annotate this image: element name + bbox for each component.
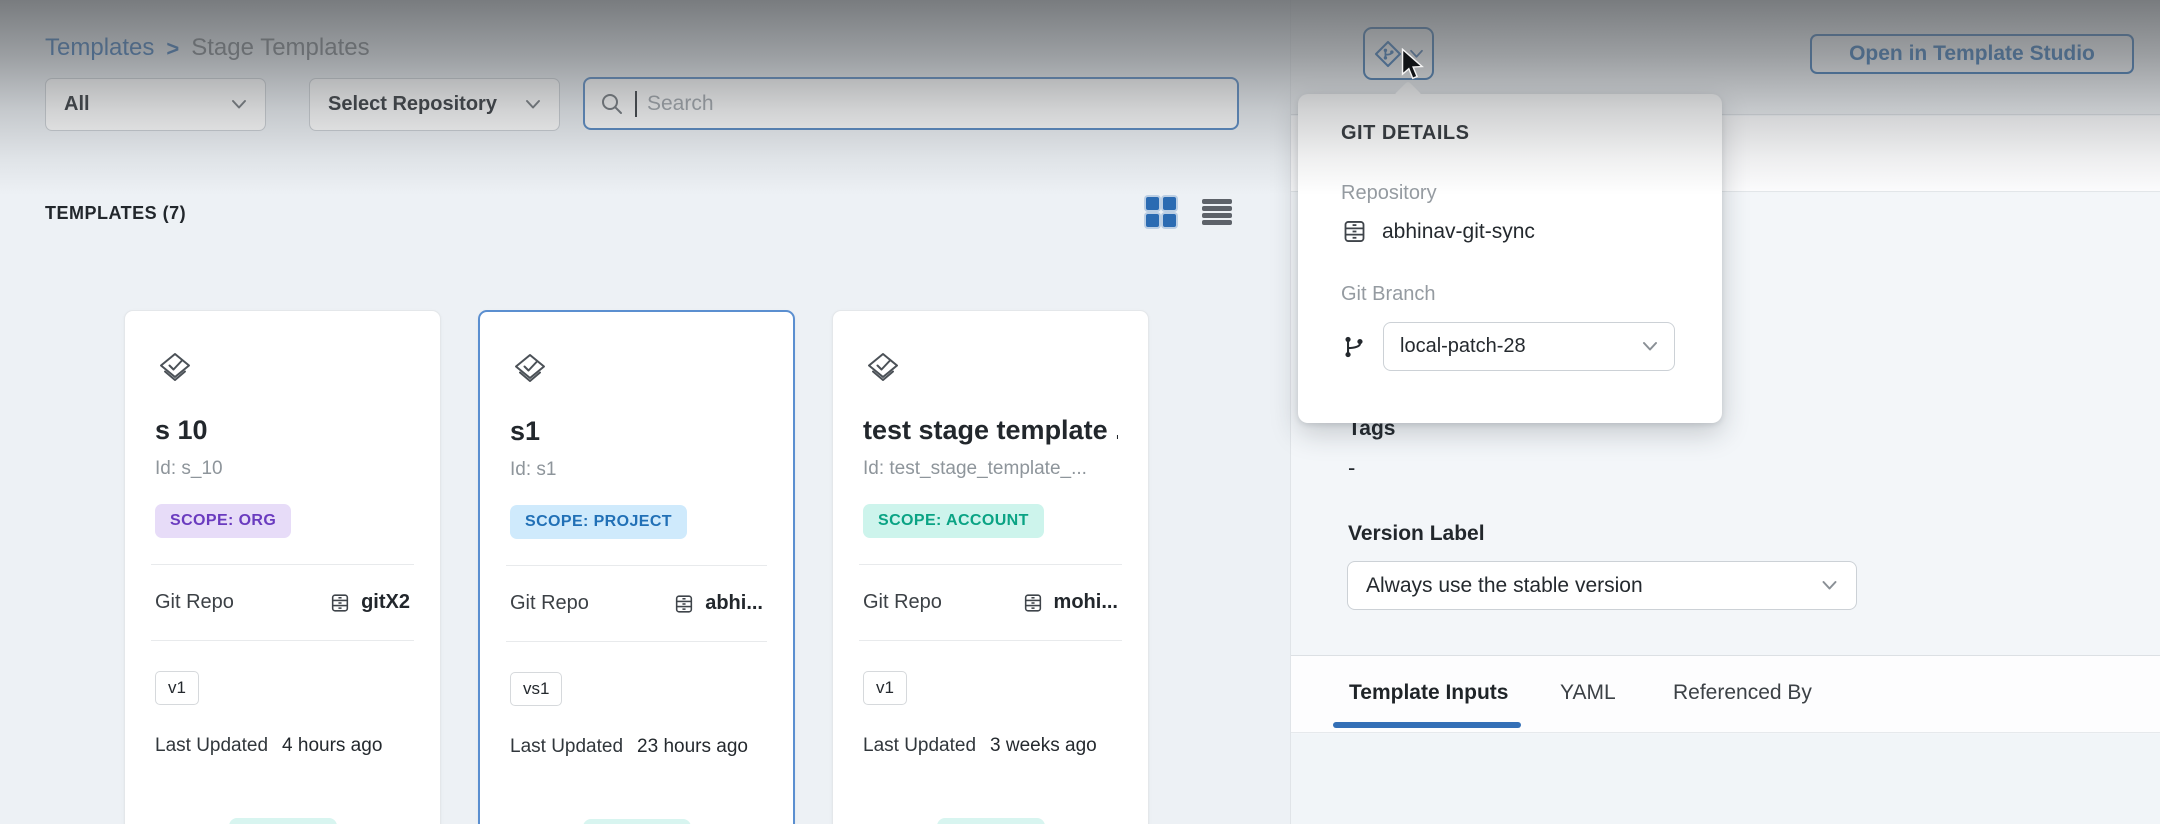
git-repo-label: Git Repo bbox=[863, 591, 942, 614]
breadcrumb-templates-link[interactable]: Templates bbox=[45, 34, 154, 62]
tab-yaml[interactable]: YAML bbox=[1560, 681, 1616, 705]
version-label-dropdown[interactable]: Always use the stable version bbox=[1347, 561, 1857, 610]
tab-referenced-by[interactable]: Referenced By bbox=[1673, 681, 1812, 705]
templates-list-area: Templates > Stage Templates All Select R… bbox=[0, 0, 1290, 824]
last-updated-value: 23 hours ago bbox=[637, 736, 748, 758]
git-branch-value: local-patch-28 bbox=[1400, 335, 1526, 358]
template-card[interactable]: test stage template ... Id: test_stage_t… bbox=[832, 310, 1149, 824]
last-updated-row: Last Updated 3 weeks ago bbox=[863, 735, 1118, 757]
repository-label: Repository bbox=[1341, 182, 1437, 205]
grid-view-icon[interactable] bbox=[1146, 197, 1176, 227]
tabs-bar: Template Inputs YAML Referenced By bbox=[1291, 656, 2160, 733]
chevron-down-icon bbox=[1409, 49, 1424, 59]
template-id: Id: s1 bbox=[510, 459, 763, 481]
last-updated-value: 3 weeks ago bbox=[990, 735, 1097, 757]
stage-template-icon bbox=[863, 349, 903, 389]
text-cursor bbox=[635, 91, 637, 117]
git-branch-dropdown[interactable]: local-patch-28 bbox=[1383, 322, 1675, 371]
stage-type-chip bbox=[937, 818, 1045, 824]
breadcrumb-current: Stage Templates bbox=[191, 34, 369, 62]
divider bbox=[151, 564, 414, 565]
git-details-button[interactable] bbox=[1363, 27, 1434, 80]
template-id: Id: test_stage_template_... bbox=[863, 458, 1118, 480]
last-updated-label: Last Updated bbox=[863, 735, 976, 757]
breadcrumb-separator-icon: > bbox=[166, 36, 179, 62]
git-repo-row: Git Repo mohi... bbox=[863, 591, 1118, 614]
breadcrumb: Templates > Stage Templates bbox=[45, 34, 370, 62]
stage-type-chip bbox=[583, 819, 691, 824]
git-repo-label: Git Repo bbox=[155, 591, 234, 614]
template-title: test stage template ... bbox=[863, 415, 1118, 446]
tab-template-inputs[interactable]: Template Inputs bbox=[1349, 681, 1508, 705]
divider bbox=[506, 641, 767, 642]
chevron-down-icon bbox=[1642, 341, 1658, 352]
type-filter-value: All bbox=[64, 93, 90, 116]
repository-icon bbox=[673, 593, 695, 615]
tab-content-area bbox=[1291, 734, 2160, 824]
last-updated-label: Last Updated bbox=[510, 736, 623, 758]
filter-row: All Select Repository bbox=[45, 78, 560, 131]
version-chip: v1 bbox=[155, 671, 199, 705]
search-icon bbox=[599, 91, 625, 117]
repository-name: abhinav-git-sync bbox=[1382, 220, 1535, 244]
template-details-panel: Open in Template Studio GIT DETAILS Repo… bbox=[1290, 0, 2160, 824]
stage-template-icon bbox=[155, 349, 195, 389]
list-view-icon[interactable] bbox=[1202, 199, 1232, 225]
template-title: s 10 bbox=[155, 415, 410, 446]
repository-icon bbox=[329, 592, 351, 614]
template-id: Id: s_10 bbox=[155, 458, 410, 480]
repository-filter-dropdown[interactable]: Select Repository bbox=[309, 78, 560, 131]
git-repo-name: mohi... bbox=[1054, 591, 1118, 614]
scope-badge: SCOPE: ACCOUNT bbox=[863, 504, 1044, 538]
git-repo-name: gitX2 bbox=[361, 591, 410, 614]
divider bbox=[506, 565, 767, 566]
stage-templates-page: Templates > Stage Templates All Select R… bbox=[0, 0, 2160, 824]
template-title: s1 bbox=[510, 416, 763, 447]
git-branch-icon bbox=[1341, 334, 1367, 360]
search-box[interactable] bbox=[583, 77, 1239, 130]
active-tab-underline bbox=[1333, 722, 1521, 728]
repository-icon bbox=[1341, 218, 1368, 245]
template-card-selected[interactable]: s1 Id: s1 SCOPE: PROJECT Git Repo abhi..… bbox=[478, 310, 795, 824]
chevron-down-icon bbox=[525, 99, 541, 110]
open-in-template-studio-label: Open in Template Studio bbox=[1849, 42, 2095, 66]
version-label: Version Label bbox=[1348, 522, 1485, 546]
git-branch-label: Git Branch bbox=[1341, 283, 1435, 306]
version-chip: vs1 bbox=[510, 672, 562, 706]
tags-value: - bbox=[1348, 455, 1355, 481]
chevron-down-icon bbox=[231, 99, 247, 110]
git-repo-row: Git Repo gitX2 bbox=[155, 591, 410, 614]
view-toggles bbox=[1146, 197, 1232, 227]
divider bbox=[151, 640, 414, 641]
open-in-template-studio-button[interactable]: Open in Template Studio bbox=[1810, 34, 2134, 74]
last-updated-row: Last Updated 23 hours ago bbox=[510, 736, 763, 758]
repository-row: abhinav-git-sync bbox=[1341, 218, 1535, 245]
template-card[interactable]: s 10 Id: s_10 SCOPE: ORG Git Repo gitX2 … bbox=[124, 310, 441, 824]
last-updated-row: Last Updated 4 hours ago bbox=[155, 735, 410, 757]
version-chip: v1 bbox=[863, 671, 907, 705]
last-updated-label: Last Updated bbox=[155, 735, 268, 757]
version-label-value: Always use the stable version bbox=[1366, 574, 1643, 598]
stage-template-icon bbox=[510, 350, 550, 390]
git-repo-row: Git Repo abhi... bbox=[510, 592, 763, 615]
git-repo-name: abhi... bbox=[705, 592, 763, 615]
git-details-popover: GIT DETAILS Repository abhinav-git-sync … bbox=[1298, 94, 1722, 423]
divider bbox=[859, 640, 1122, 641]
type-filter-dropdown[interactable]: All bbox=[45, 78, 266, 131]
git-repo-label: Git Repo bbox=[510, 592, 589, 615]
scope-badge: SCOPE: PROJECT bbox=[510, 505, 687, 539]
search-input[interactable] bbox=[647, 92, 1223, 116]
popover-title: GIT DETAILS bbox=[1341, 122, 1469, 145]
templates-count-label: TEMPLATES (7) bbox=[45, 203, 186, 224]
chevron-down-icon bbox=[1821, 580, 1838, 591]
last-updated-value: 4 hours ago bbox=[282, 735, 382, 757]
git-branch-row: local-patch-28 bbox=[1341, 322, 1675, 371]
scope-badge: SCOPE: ORG bbox=[155, 504, 291, 538]
git-sync-icon bbox=[1373, 39, 1403, 69]
repository-filter-value: Select Repository bbox=[328, 93, 497, 116]
divider bbox=[859, 564, 1122, 565]
stage-type-chip bbox=[229, 818, 337, 824]
repository-icon bbox=[1022, 592, 1044, 614]
